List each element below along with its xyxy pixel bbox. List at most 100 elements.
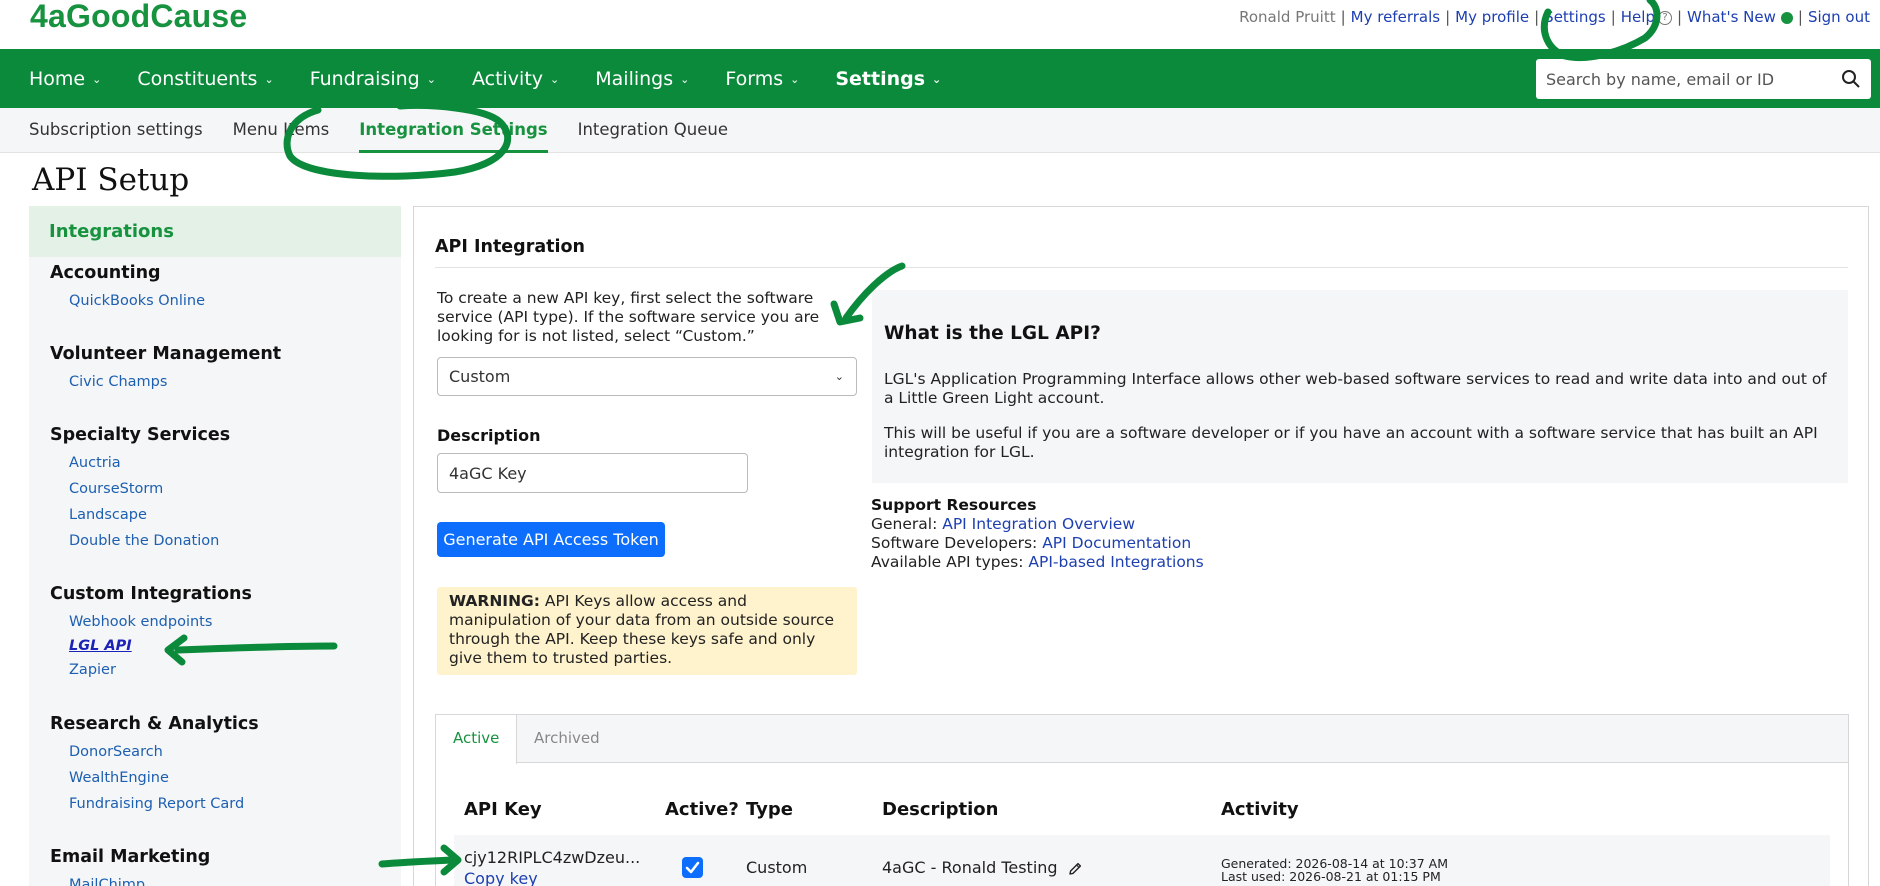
last-used-date: Last used: 2026-08-21 at 01:15 PM	[1221, 869, 1441, 884]
api-documentation-link[interactable]: API Documentation	[1042, 534, 1191, 552]
active-checkbox[interactable]	[682, 857, 703, 878]
sidebar-section-title: Volunteer Management	[50, 344, 282, 364]
nav-activity[interactable]: Activity ⌄	[472, 68, 559, 90]
column-header-active: Active?	[665, 799, 739, 820]
sidebar-section-title: Research & Analytics	[50, 714, 259, 734]
top-bar: 4aGoodCause Ronald Pruitt | My referrals…	[0, 0, 1880, 49]
chevron-down-icon: ⌄	[932, 73, 942, 86]
sidebar-link-zapier[interactable]: Zapier	[69, 662, 116, 678]
main-nav: Home ⌄ Constituents ⌄ Fundraising ⌄ Activit…	[0, 49, 1880, 108]
sidebar-link-mailchimp[interactable]: MailChimp	[69, 877, 145, 886]
column-header-activity: Activity	[1221, 799, 1299, 820]
support-label: General:	[871, 515, 943, 533]
help-link[interactable]: Help?	[1621, 8, 1672, 26]
sidebar-link-fundraising-report-card[interactable]: Fundraising Report Card	[69, 796, 244, 812]
api-key-type: Custom	[746, 858, 808, 877]
whats-new-label: What's New	[1687, 8, 1776, 26]
chevron-down-icon: ⌄	[790, 73, 800, 86]
warning-box: WARNING: API Keys allow access and manip…	[437, 587, 857, 675]
top-links: Ronald Pruitt | My referrals | My profil…	[1239, 8, 1870, 26]
nav-label: Fundraising	[309, 67, 420, 90]
sidebar-link-coursestorm[interactable]: CourseStorm	[69, 481, 163, 497]
column-header-api-key: API Key	[464, 799, 542, 820]
nav-label: Forms	[725, 67, 784, 90]
support-title: Support Resources	[871, 496, 1037, 514]
app-logo[interactable]: 4aGoodCause	[30, 0, 247, 35]
sidebar-header: Integrations	[29, 206, 401, 257]
lgl-api-info-box: What is the LGL API? LGL's Application P…	[872, 290, 1848, 483]
sidebar-link-landscape[interactable]: Landscape	[69, 507, 147, 523]
api-key-activity: Generated: 2026-08-14 at 10:37 AM Last u…	[1221, 857, 1448, 883]
page-title: API Setup	[32, 162, 190, 198]
api-key-description: 4aGC - Ronald Testing	[882, 858, 1083, 877]
description-text: 4aGC - Ronald Testing	[882, 858, 1058, 877]
current-user-name: Ronald Pruitt	[1239, 8, 1336, 26]
nav-label: Constituents	[137, 67, 258, 90]
nav-forms[interactable]: Forms ⌄	[725, 68, 799, 90]
whats-new-link[interactable]: What's New	[1687, 8, 1793, 26]
support-label: Software Developers:	[871, 534, 1043, 552]
chevron-down-icon: ⌄	[426, 73, 436, 86]
sidebar-link-double-the-donation[interactable]: Double the Donation	[69, 533, 219, 549]
search-input[interactable]	[1546, 69, 1836, 89]
copy-key-link[interactable]: Copy key	[464, 869, 538, 886]
api-key-value: cjy12RIPLC4zwDzeu...	[464, 848, 641, 867]
nav-label: Home	[29, 67, 86, 90]
support-label: Available API types:	[871, 553, 1029, 571]
api-type-select[interactable]: Custom ⌄	[437, 357, 857, 396]
support-line: Available API types: API-based Integrati…	[871, 553, 1204, 572]
subnav-integration-queue[interactable]: Integration Queue	[578, 108, 728, 153]
subnav-integration-settings[interactable]: Integration Settings	[359, 108, 548, 153]
nav-fundraising[interactable]: Fundraising ⌄	[310, 68, 436, 90]
subnav-menu-items[interactable]: Menu Items	[233, 108, 330, 153]
column-header-description: Description	[882, 799, 999, 820]
settings-link[interactable]: Settings	[1544, 8, 1606, 26]
tab-active[interactable]: Active	[436, 715, 518, 764]
nav-label: Settings	[835, 67, 926, 90]
settings-subnav: Subscription settings Menu Items Integra…	[0, 108, 1880, 153]
sidebar-link-civic-champs[interactable]: Civic Champs	[69, 374, 167, 390]
chevron-down-icon: ⌄	[264, 73, 274, 86]
integrations-sidebar: Integrations Accounting QuickBooks Onlin…	[29, 206, 401, 886]
my-profile-link[interactable]: My profile	[1455, 8, 1529, 26]
nav-label: Activity	[471, 67, 544, 90]
my-referrals-link[interactable]: My referrals	[1351, 8, 1440, 26]
description-field[interactable]	[437, 453, 748, 493]
subnav-subscription-settings[interactable]: Subscription settings	[29, 108, 203, 153]
chevron-down-icon: ⌄	[834, 370, 844, 383]
info-paragraph: LGL's Application Programming Interface …	[884, 370, 1827, 407]
sidebar-link-auctria[interactable]: Auctria	[69, 455, 121, 471]
api-based-integrations-link[interactable]: API-based Integrations	[1028, 553, 1203, 571]
generate-token-button[interactable]: Generate API Access Token	[437, 522, 665, 557]
api-keys-section: Active Archived API Key Active? Type Des…	[435, 714, 1849, 886]
sidebar-link-webhook-endpoints[interactable]: Webhook endpoints	[69, 614, 212, 630]
table-row: cjy12RIPLC4zwDzeu... Copy key Custom 4aG…	[454, 835, 1830, 886]
help-label: Help	[1620, 8, 1655, 26]
api-integration-panel: API Integration To create a new API key,…	[413, 206, 1869, 886]
sidebar-section-title: Accounting	[50, 263, 161, 283]
search-icon[interactable]	[1841, 69, 1861, 89]
nav-mailings[interactable]: Mailings ⌄	[595, 68, 689, 90]
sidebar-link-donorsearch[interactable]: DonorSearch	[69, 744, 163, 760]
support-resources: Support Resources General: API Integrati…	[871, 496, 1204, 572]
warning-label: WARNING:	[449, 592, 540, 610]
nav-settings[interactable]: Settings ⌄	[835, 68, 941, 90]
divider	[435, 267, 1848, 268]
nav-home[interactable]: Home ⌄	[29, 68, 101, 90]
support-line: General: API Integration Overview	[871, 515, 1204, 534]
tab-archived[interactable]: Archived	[517, 715, 617, 764]
info-paragraph: This will be useful if you are a softwar…	[884, 424, 1818, 461]
column-header-type: Type	[746, 799, 793, 820]
sidebar-link-lgl-api[interactable]: LGL API	[69, 638, 132, 654]
api-integration-overview-link[interactable]: API Integration Overview	[942, 515, 1135, 533]
nav-constituents[interactable]: Constituents ⌄	[137, 68, 273, 90]
sidebar-link-quickbooks[interactable]: QuickBooks Online	[69, 293, 205, 309]
sign-out-link[interactable]: Sign out	[1808, 8, 1870, 26]
edit-pencil-icon[interactable]	[1067, 861, 1083, 877]
api-type-value: Custom	[449, 367, 511, 386]
api-keys-tabs: Active Archived	[436, 715, 1848, 764]
sidebar-link-wealthengine[interactable]: WealthEngine	[69, 770, 169, 786]
nav-label: Mailings	[595, 67, 674, 90]
sidebar-section-title: Email Marketing	[50, 847, 211, 867]
global-search	[1536, 59, 1871, 99]
